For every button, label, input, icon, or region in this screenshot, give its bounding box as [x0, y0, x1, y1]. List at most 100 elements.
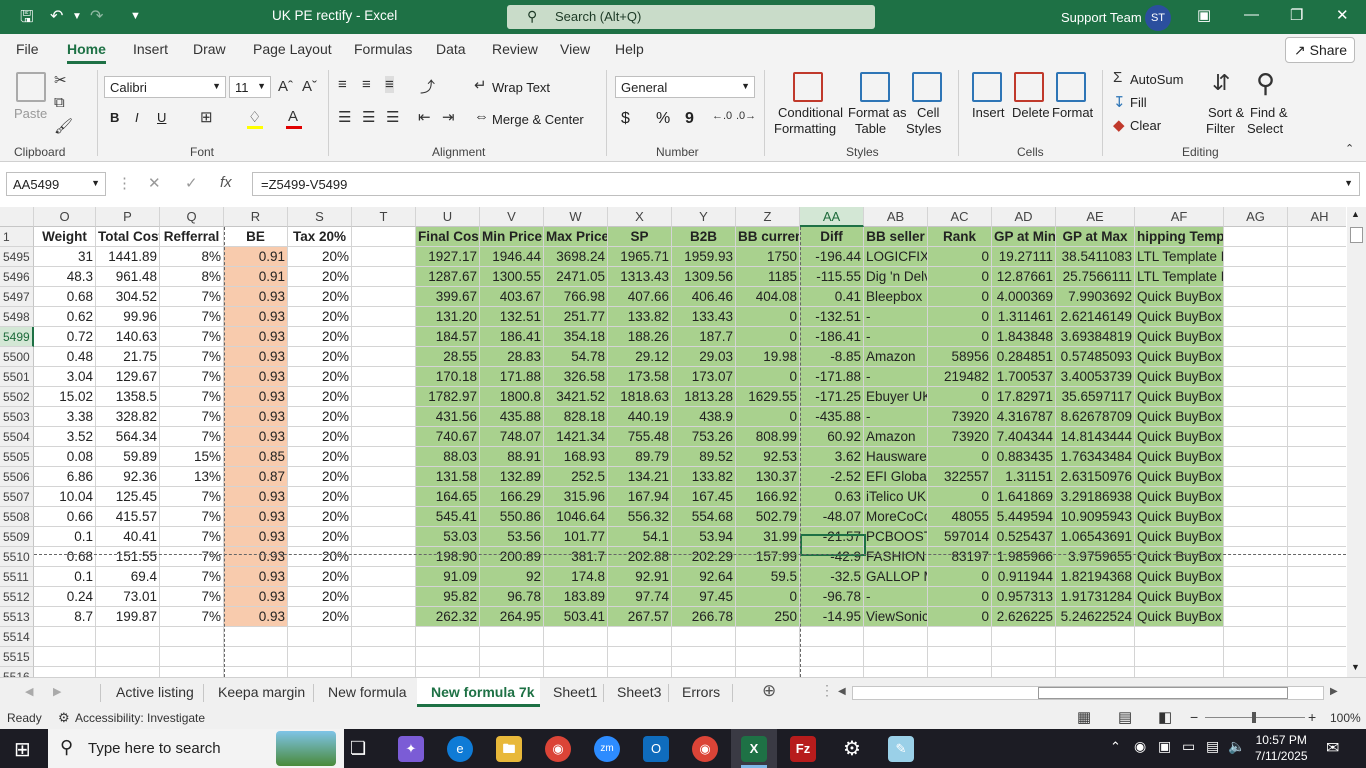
table-cell[interactable]: Quick BuyBox Freeship	[1135, 587, 1224, 607]
table-cell[interactable]: 315.96	[544, 487, 608, 507]
table-cell[interactable]	[1224, 547, 1288, 567]
table-cell[interactable]: 0.93	[224, 327, 288, 347]
table-cell[interactable]: -171.25	[800, 387, 864, 407]
autosum-button[interactable]: AutoSum	[1130, 72, 1183, 87]
outlook-icon[interactable]: O	[643, 736, 669, 762]
table-cell[interactable]: 198.90	[416, 547, 480, 567]
increase-font-icon[interactable]: Aˆ	[278, 78, 293, 95]
table-cell[interactable]: 48055	[928, 507, 992, 527]
table-cell[interactable]: 0.93	[224, 567, 288, 587]
table-cell[interactable]: -32.5	[800, 567, 864, 587]
table-cell[interactable]: 0	[928, 387, 992, 407]
table-cell[interactable]: 0.93	[224, 407, 288, 427]
orientation-icon[interactable]: ⤴	[420, 76, 435, 97]
table-cell[interactable]: 0	[928, 247, 992, 267]
row-header[interactable]: 5512	[0, 587, 34, 607]
header-cell[interactable]: BB seller	[864, 227, 928, 247]
align-top-icon[interactable]: ≡	[338, 76, 347, 93]
table-cell[interactable]: 3.29186938	[1056, 487, 1135, 507]
paste-button[interactable]: Paste	[14, 106, 47, 121]
table-cell[interactable]: 399.67	[416, 287, 480, 307]
table-cell[interactable]: 3.40053739	[1056, 367, 1135, 387]
table-cell[interactable]: 92.36	[96, 467, 160, 487]
table-cell[interactable]: 404.08	[736, 287, 800, 307]
table-cell[interactable]: 92.91	[608, 567, 672, 587]
tab-home[interactable]: Home	[67, 41, 106, 57]
table-cell[interactable]: 1287.67	[416, 267, 480, 287]
table-cell[interactable]	[1288, 347, 1346, 367]
table-cell[interactable]: 8%	[160, 247, 224, 267]
table-cell[interactable]	[544, 627, 608, 647]
table-cell[interactable]: 0.08	[34, 447, 96, 467]
table-cell[interactable]: 131.58	[416, 467, 480, 487]
table-cell[interactable]: 199.87	[96, 607, 160, 627]
table-cell[interactable]: 0.41	[800, 287, 864, 307]
chrome-profile-icon[interactable]: ◉	[692, 736, 718, 762]
table-cell[interactable]: 808.99	[736, 427, 800, 447]
table-cell[interactable]: -	[864, 327, 928, 347]
table-cell[interactable]: 961.48	[96, 267, 160, 287]
maximize-icon[interactable]: ❐	[1290, 6, 1303, 24]
table-cell[interactable]: -	[864, 407, 928, 427]
table-cell[interactable]: 252.5	[544, 467, 608, 487]
sheet-tab-new-formula-7k[interactable]: New formula 7k	[431, 684, 534, 700]
insert-button[interactable]: Insert	[972, 105, 1005, 120]
table-cell[interactable]	[864, 667, 928, 677]
table-cell[interactable]: 88.03	[416, 447, 480, 467]
table-cell[interactable]: 1813.28	[672, 387, 736, 407]
table-cell[interactable]: 28.55	[416, 347, 480, 367]
align-center-icon[interactable]: ☰	[362, 108, 375, 126]
table-cell[interactable]	[672, 647, 736, 667]
taskbar-search[interactable]: ⚲ Type here to search	[48, 729, 344, 768]
table-cell[interactable]: 15%	[160, 447, 224, 467]
table-cell[interactable]	[1224, 467, 1288, 487]
table-cell[interactable]: 0.883435	[992, 447, 1056, 467]
table-cell[interactable]: 0.57485093	[1056, 347, 1135, 367]
column-header[interactable]: AD	[992, 207, 1056, 227]
number-format-select[interactable]: General ▼	[615, 76, 755, 98]
table-cell[interactable]: 0.93	[224, 307, 288, 327]
table-cell[interactable]: Quick BuyBox Freeship	[1135, 307, 1224, 327]
table-cell[interactable]	[352, 307, 416, 327]
table-cell[interactable]	[160, 667, 224, 677]
task-view-icon[interactable]: ❏	[350, 738, 366, 759]
table-cell[interactable]: Quick BuyBox Freeship	[1135, 367, 1224, 387]
table-cell[interactable]	[544, 647, 608, 667]
table-cell[interactable]: 406.46	[672, 287, 736, 307]
table-cell[interactable]: 20%	[288, 287, 352, 307]
table-cell[interactable]: 0	[928, 607, 992, 627]
table-cell[interactable]: -435.88	[800, 407, 864, 427]
table-cell[interactable]	[1056, 667, 1135, 677]
table-cell[interactable]: 12.87661	[992, 267, 1056, 287]
table-cell[interactable]	[352, 247, 416, 267]
table-cell[interactable]: 133.82	[672, 467, 736, 487]
table-cell[interactable]	[1288, 247, 1346, 267]
table-cell[interactable]: 0.911944	[992, 567, 1056, 587]
table-cell[interactable]	[34, 667, 96, 677]
table-cell[interactable]: 597014	[928, 527, 992, 547]
meet-now-icon[interactable]: ◉	[1134, 738, 1146, 755]
chrome-icon[interactable]: ◉	[545, 736, 571, 762]
table-cell[interactable]	[96, 647, 160, 667]
table-cell[interactable]	[608, 667, 672, 677]
minimize-icon[interactable]: —	[1244, 6, 1259, 23]
table-cell[interactable]: 54.78	[544, 347, 608, 367]
table-cell[interactable]: 20%	[288, 547, 352, 567]
table-cell[interactable]: 1358.5	[96, 387, 160, 407]
scroll-right-icon[interactable]: ▶	[1330, 686, 1338, 697]
row-header[interactable]: 5509	[0, 527, 34, 547]
borders-icon[interactable]: ⊞	[200, 108, 213, 126]
conditional-formatting-label1[interactable]: Conditional	[778, 105, 843, 120]
table-cell[interactable]: 1185	[736, 267, 800, 287]
table-cell[interactable]: 132.51	[480, 307, 544, 327]
table-cell[interactable]	[352, 407, 416, 427]
table-cell[interactable]: 188.26	[608, 327, 672, 347]
display-icon[interactable]: ▣	[1158, 738, 1171, 755]
table-cell[interactable]: 0.48	[34, 347, 96, 367]
table-cell[interactable]	[160, 627, 224, 647]
tab-insert[interactable]: Insert	[133, 41, 168, 57]
cell-styles-label2[interactable]: Styles	[906, 121, 941, 136]
tab-formulas[interactable]: Formulas	[354, 41, 412, 57]
table-cell[interactable]: 0	[736, 587, 800, 607]
table-cell[interactable]: 167.94	[608, 487, 672, 507]
